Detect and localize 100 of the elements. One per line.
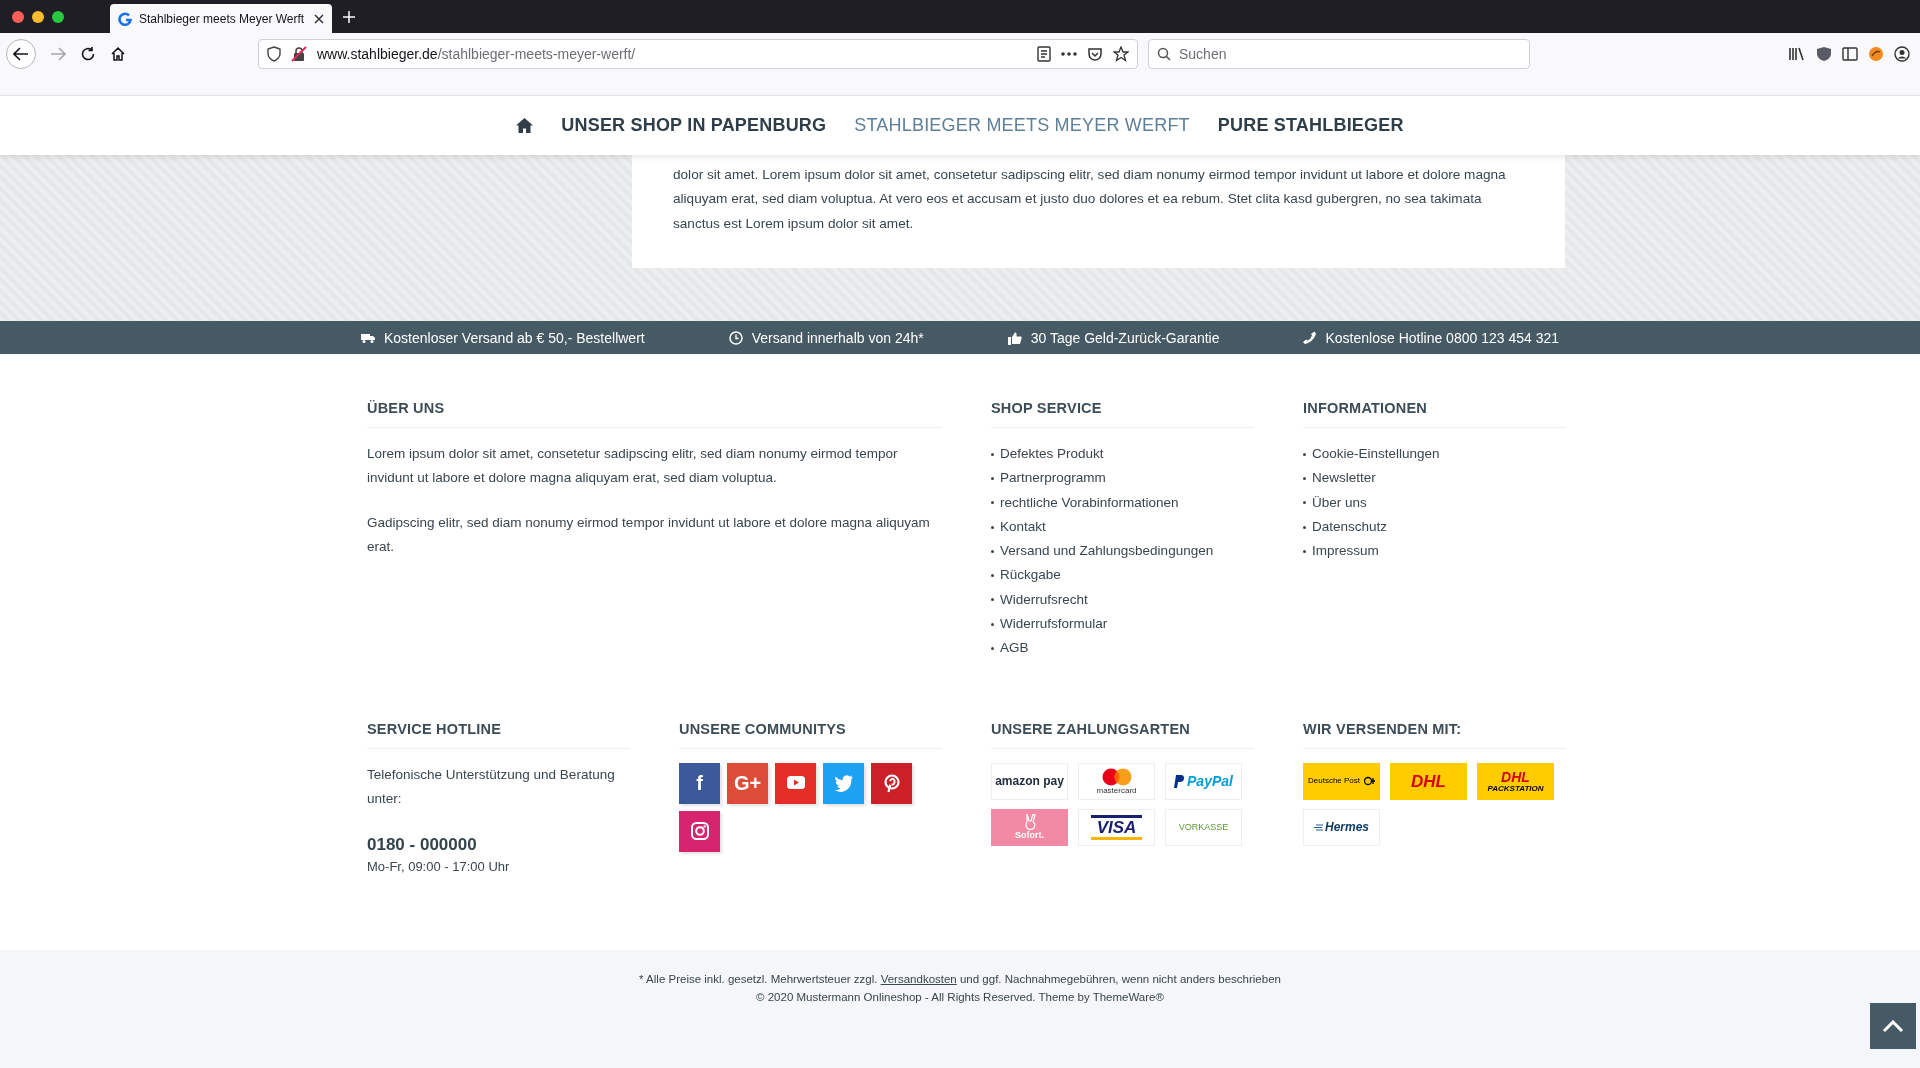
extension-icon[interactable]: [1868, 46, 1884, 62]
reader-view-icon[interactable]: [1037, 46, 1051, 62]
shield-icon: [267, 46, 281, 62]
footer-link[interactable]: Newsletter: [1312, 466, 1376, 491]
phone-number: 0180 - 000000: [367, 835, 478, 856]
logo-text: VORKASSE: [1178, 822, 1229, 832]
info-text: Kostenloser Versand ab € 50,- Bestellwert: [384, 329, 645, 346]
bullet-icon: [991, 549, 994, 553]
library-icon[interactable]: [1788, 46, 1806, 62]
bullet-icon: [991, 598, 994, 602]
home-icon[interactable]: [110, 46, 126, 62]
logo-text: PayPal: [1187, 774, 1233, 789]
more-dots-icon[interactable]: [1061, 51, 1077, 57]
back-button[interactable]: [6, 39, 36, 69]
star-icon[interactable]: [1113, 46, 1129, 62]
pocket-icon[interactable]: [1087, 46, 1103, 62]
thumbs-up-icon: [1007, 330, 1022, 345]
pinterest-icon[interactable]: [871, 762, 912, 804]
bullet-icon: [1303, 452, 1306, 456]
clock-icon: [728, 330, 743, 345]
home-icon[interactable]: [516, 118, 534, 133]
column-heading: INFORMATIONEN: [1303, 400, 1566, 428]
instagram-icon[interactable]: [679, 810, 720, 852]
account-icon[interactable]: [1894, 46, 1910, 62]
sidebar-icon[interactable]: [1842, 46, 1858, 62]
footer-link[interactable]: Rückgabe: [1000, 563, 1061, 588]
column-heading: SHOP SERVICE: [991, 400, 1254, 428]
plus-icon[interactable]: [342, 9, 356, 24]
column-heading: SERVICE HOTLINE: [367, 720, 630, 749]
bullet-icon: [1303, 501, 1306, 505]
window-control-icon[interactable]: [52, 10, 64, 23]
arrow-left-icon: [13, 47, 29, 61]
logo-text: Hermes: [1325, 821, 1369, 834]
p-mark-icon: [1174, 774, 1185, 788]
column-heading: WIR VERSENDEN MIT:: [1303, 720, 1566, 749]
speed-lines-icon: [1314, 823, 1323, 831]
footer-link[interactable]: Über uns: [1312, 490, 1367, 515]
bullet-icon: [1303, 476, 1306, 480]
column-heading: UNSERE COMMUNITYS: [679, 720, 942, 749]
crossed-lock-icon: [291, 46, 307, 62]
shipping-costs-link[interactable]: Versandkosten: [880, 973, 957, 985]
logo-text: amazon pay: [995, 775, 1064, 788]
bullet-icon: [991, 452, 994, 456]
google-plus-icon[interactable]: G+: [727, 762, 768, 804]
paragraph: Gadipscing elitr, sed diam nonumy eirmod tempor invidunt ut labore et dolore magna aliquyam erat.: [367, 513, 931, 556]
bullet-icon: [1303, 525, 1306, 529]
logo-text: Sofort.: [1015, 831, 1044, 841]
bullet-icon: [991, 622, 994, 626]
logo-text: mastercard: [1096, 786, 1137, 795]
window-control-icon[interactable]: [32, 10, 44, 23]
truck-icon: [361, 332, 375, 343]
logo-text: VISA: [1090, 814, 1143, 840]
paragraph: dolor sit amet. Lorem ipsum dolor sit amet, consetetur sadipscing elitr, sed diam nonumy eirmod tempor invidunt ut labore et dolore magna aliquyam erat, sed diam voluptua. At vero eos et accusam et justo duo dolores et ea rebum. Stet clita kasd gubergren, no sea takimata sanctus est Lorem ipsum dolor sit amet.: [673, 166, 1507, 233]
footer-link[interactable]: Kontakt: [1000, 514, 1046, 540]
footer-link[interactable]: Widerrufsformular: [1000, 612, 1108, 637]
address-field[interactable]: www.stahlbieger.de/stahlbieger-meets-meyer-werft/: [258, 39, 1138, 69]
scroll-to-top-button[interactable]: [1870, 1003, 1916, 1049]
logo-text: PACKSTATION: [1487, 784, 1544, 793]
info-text: Kostenlose Hotline 0800 123 454 321: [1325, 329, 1559, 346]
footer-link[interactable]: Cookie-Einstellungen: [1312, 442, 1440, 467]
bullet-icon: [991, 476, 994, 480]
footer-link[interactable]: Partnerprogramm: [1000, 466, 1106, 491]
search-field[interactable]: Suchen: [1148, 39, 1530, 69]
footer-link[interactable]: Defektes Produkt: [1000, 442, 1104, 467]
close-icon[interactable]: [314, 13, 324, 24]
footer-link[interactable]: Datenschutz: [1312, 514, 1388, 540]
facebook-icon[interactable]: f: [679, 762, 720, 804]
youtube-icon[interactable]: [775, 762, 816, 804]
footer-link[interactable]: Widerrufsrecht: [1000, 587, 1088, 613]
info-text: Versand innerhalb von 24h*: [751, 329, 924, 346]
url-text: www.stahlbieger.de/stahlbieger-meets-meyer-werft/: [317, 46, 637, 62]
nav-link[interactable]: STAHLBIEGER MEETS MEYER WERFT: [854, 115, 1190, 136]
bullet-icon: [991, 574, 994, 578]
phone-icon: [1303, 331, 1317, 344]
footer-link[interactable]: Versand und Zahlungsbedingungen: [1000, 539, 1214, 564]
footer-link[interactable]: AGB: [1000, 636, 1029, 661]
reload-icon[interactable]: [80, 46, 96, 62]
twitter-icon[interactable]: [823, 762, 864, 804]
window-control-icon[interactable]: [12, 10, 24, 23]
logo-text: DHL: [1501, 769, 1530, 784]
footer-link[interactable]: Impressum: [1312, 539, 1379, 564]
logo-text: Deutsche Post: [1308, 777, 1360, 786]
overlapping-circles-icon: [1101, 767, 1132, 786]
paragraph: Telefonische Unterstützung und Beratung unter:: [367, 765, 616, 808]
nav-link[interactable]: PURE STAHLBIEGER: [1217, 115, 1404, 136]
opening-hours: Mo-Fr, 09:00 - 17:00 Uhr: [367, 859, 511, 875]
info-text: 30 Tage Geld-Zurück-Garantie: [1030, 329, 1220, 346]
post-horn-icon: [1363, 776, 1375, 787]
footer-link[interactable]: rechtliche Vorabinformationen: [1000, 490, 1179, 515]
copyright-text: © 2020 Mustermann Onlineshop - All Rights Reserved. Theme by ThemeWare®: [756, 991, 1164, 1003]
nav-link[interactable]: UNSER SHOP IN PAPENBURG: [561, 115, 827, 136]
shield-extension-icon[interactable]: [1816, 46, 1832, 62]
logo-text: DHL: [1411, 772, 1446, 790]
bullet-icon: [991, 525, 994, 529]
browser-tab[interactable]: Stahlbieger meets Meyer Werft: [110, 4, 332, 33]
column-heading: ÜBER UNS: [367, 400, 942, 428]
bullet-icon: [991, 501, 994, 505]
paragraph: Lorem ipsum dolor sit amet, consetetur sadipscing elitr, sed diam nonumy eirmod tempor invidunt ut labore et dolore magna aliquyam erat, sed diam voluptua.: [367, 445, 899, 488]
column-heading: UNSERE ZAHLUNGSARTEN: [991, 720, 1254, 749]
bullet-icon: [1303, 549, 1306, 553]
